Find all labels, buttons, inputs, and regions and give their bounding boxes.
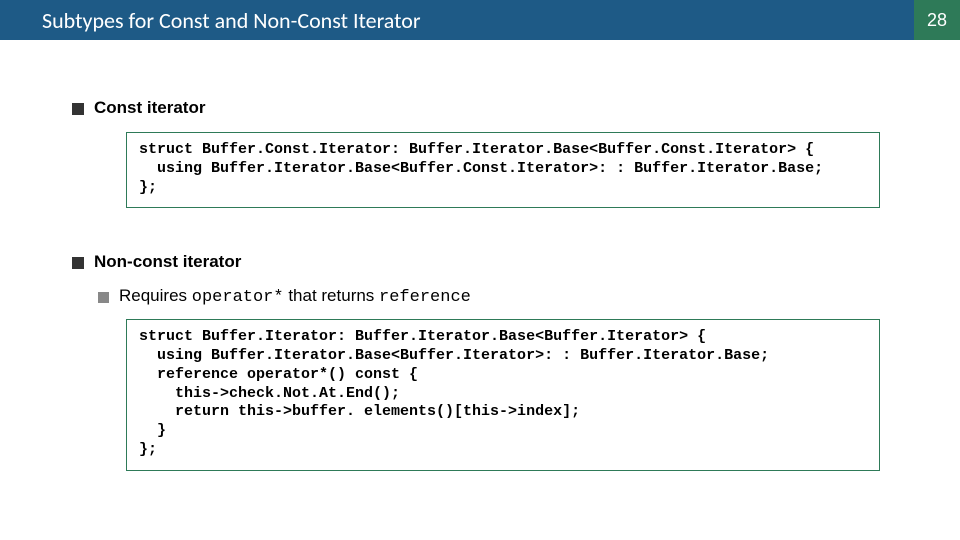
title-bar: Subtypes for Const and Non-Const Iterato… — [0, 0, 960, 40]
bullet-nonconst-iterator: Non-const iterator — [72, 252, 900, 272]
bullet-heading: Const iterator — [94, 98, 205, 118]
sub-code1: operator* — [192, 288, 284, 307]
slide-title: Subtypes for Const and Non-Const Iterato… — [0, 0, 914, 40]
bullet-square-icon — [72, 257, 84, 269]
slide-body: Const iterator struct Buffer.Const.Itera… — [0, 40, 960, 531]
sub-prefix: Requires — [119, 286, 192, 305]
sub-mid: that returns — [284, 286, 379, 305]
bullet-const-iterator: Const iterator — [72, 98, 900, 118]
code-block-const: struct Buffer.Const.Iterator: Buffer.Ite… — [126, 132, 880, 208]
bullet-square-icon — [72, 103, 84, 115]
slide-number: 28 — [914, 0, 960, 40]
bullet-heading: Non-const iterator — [94, 252, 241, 272]
sub-code2: reference — [379, 288, 471, 307]
subbullet-requires: Requires operator* that returns referenc… — [98, 286, 900, 307]
subbullet-text: Requires operator* that returns referenc… — [119, 286, 471, 307]
code-block-nonconst: struct Buffer.Iterator: Buffer.Iterator.… — [126, 319, 880, 470]
subbullet-square-icon — [98, 292, 109, 303]
